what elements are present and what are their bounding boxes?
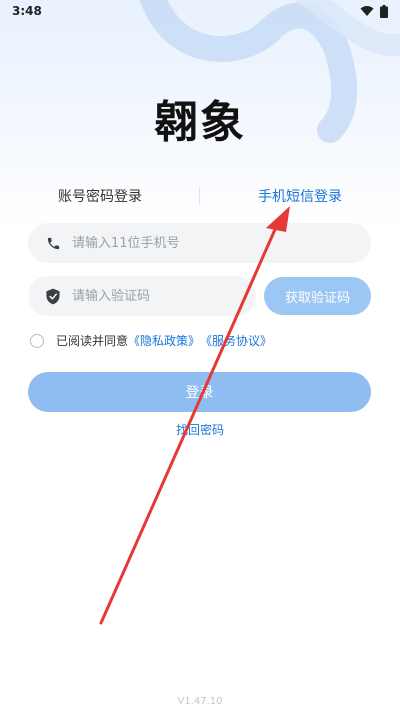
agreement-text: 已阅读并同意	[56, 334, 129, 348]
phone-input[interactable]	[70, 234, 371, 252]
wifi-icon	[360, 6, 374, 16]
forgot-password-link[interactable]: 找回密码	[0, 421, 400, 438]
battery-icon	[380, 4, 388, 18]
agreement-checkbox[interactable]	[30, 333, 44, 348]
status-bar: 3:48	[0, 0, 400, 22]
login-tabs: 账号密码登录 手机短信登录	[0, 183, 400, 209]
get-code-button[interactable]: 获取验证码	[264, 277, 371, 315]
phone-field[interactable]	[28, 223, 371, 263]
code-field[interactable]	[28, 276, 256, 316]
privacy-policy-link[interactable]: 《隐私政策》	[128, 332, 200, 349]
status-time: 3:48	[12, 4, 42, 18]
app-logo: 翱象	[154, 97, 246, 148]
tab-divider	[199, 187, 200, 205]
code-input[interactable]	[70, 287, 256, 305]
tab-sms-login[interactable]: 手机短信登录	[200, 186, 400, 206]
status-icons	[360, 4, 388, 18]
phone-icon	[44, 234, 62, 252]
version-label: V1.47.10	[177, 696, 223, 707]
agreement-row: 已阅读并同意 《隐私政策》 《服务协议》	[30, 332, 272, 349]
shield-check-icon	[44, 287, 62, 305]
service-agreement-link[interactable]: 《服务协议》	[200, 332, 272, 349]
login-button[interactable]: 登录	[28, 372, 371, 412]
tab-password-login[interactable]: 账号密码登录	[0, 186, 200, 206]
